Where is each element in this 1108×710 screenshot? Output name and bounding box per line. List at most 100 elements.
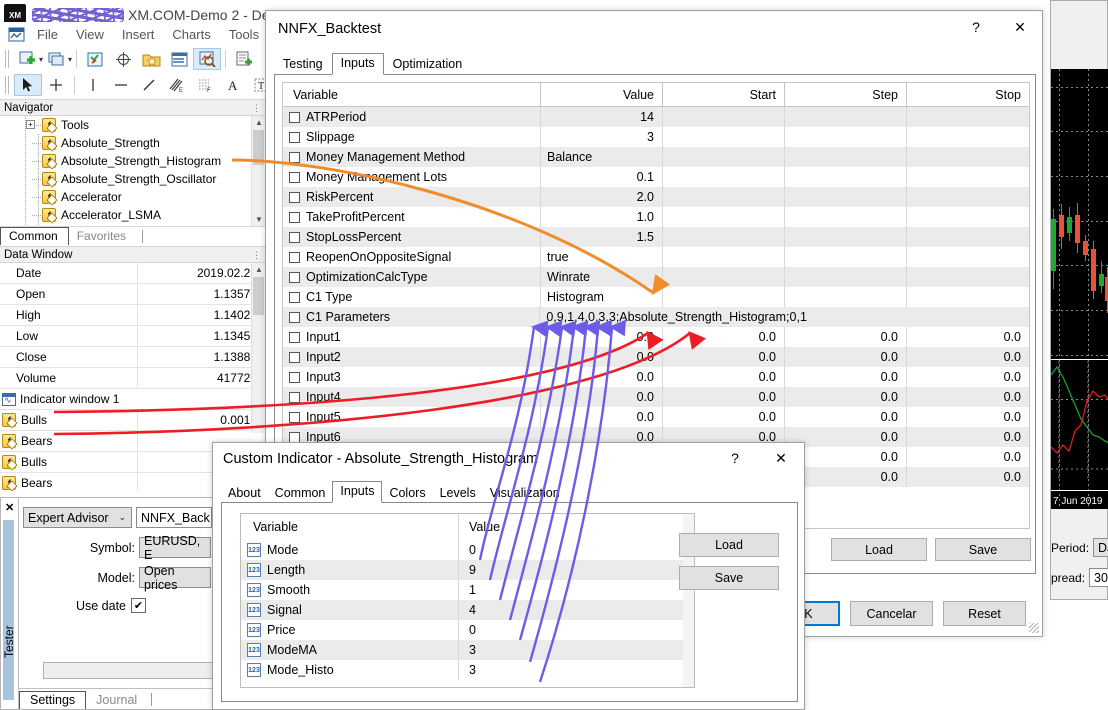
table-row[interactable]: 123 Mode_Histo 3 — [241, 660, 694, 680]
table-row[interactable]: 123 Mode 0 — [241, 540, 694, 560]
row-checkbox[interactable] — [289, 371, 300, 383]
table-row[interactable]: Slippage 3 — [283, 127, 1029, 147]
table-row[interactable]: 123 Smooth 1 — [241, 580, 694, 600]
tab-about[interactable]: About — [221, 484, 268, 503]
expand-icon[interactable]: + — [26, 120, 35, 129]
spread-field[interactable]: 30 — [1089, 568, 1108, 587]
table-row[interactable]: 123 Price 0 — [241, 620, 694, 640]
table-row[interactable]: Input3 0.0 0.0 0.0 0.0 — [283, 367, 1029, 387]
nav-item-accelerator[interactable]: ƒ Accelerator — [0, 188, 265, 206]
row-checkbox[interactable] — [289, 291, 300, 303]
tab-colors[interactable]: Colors — [382, 484, 432, 503]
table-row[interactable]: Input2 0.0 0.0 0.0 0.0 — [283, 347, 1029, 367]
table-row[interactable]: Input5 0.0 0.0 0.0 0.0 — [283, 407, 1029, 427]
trendline-icon[interactable] — [135, 74, 163, 96]
cursor-icon[interactable] — [14, 74, 42, 96]
tab-common[interactable]: Common — [0, 227, 69, 245]
tab-inputs[interactable]: Inputs — [332, 481, 383, 503]
toolbar2-grip[interactable] — [5, 76, 11, 94]
row-checkbox[interactable] — [289, 131, 300, 143]
fibonacci-icon[interactable]: F — [191, 74, 219, 96]
save-button[interactable]: Save — [679, 566, 779, 590]
tab-journal[interactable]: Journal — [86, 692, 147, 709]
resize-grip[interactable] — [1029, 623, 1039, 633]
use-date-checkbox[interactable]: ✔ — [131, 598, 146, 613]
app-menu-icon[interactable] — [4, 23, 28, 45]
toolbar-grip[interactable] — [5, 50, 11, 68]
navigator-icon[interactable] — [165, 48, 193, 70]
nav-item-accelerator-lsma[interactable]: ƒ Accelerator_LSMA — [0, 206, 265, 224]
table-row[interactable]: 123 Signal 4 — [241, 600, 694, 620]
table-row[interactable]: Money Management Lots 0.1 — [283, 167, 1029, 187]
navigator-scrollbar[interactable]: ▲ ▼ — [251, 116, 265, 226]
row-checkbox[interactable] — [289, 171, 300, 183]
custom-indicator-grid[interactable]: Variable Value 123 Mode 0 123 Length 9 1… — [240, 513, 695, 688]
data-window-scrollbar[interactable]: ▲ — [251, 263, 265, 433]
table-row[interactable]: Input4 0.0 0.0 0.0 0.0 — [283, 387, 1029, 407]
table-row[interactable]: StopLossPercent 1.5 — [283, 227, 1029, 247]
close-icon[interactable]: ✕ — [758, 443, 804, 473]
row-checkbox[interactable] — [289, 191, 300, 203]
profiles-icon[interactable] — [43, 48, 71, 70]
table-row[interactable]: 123 ModeMA 3 — [241, 640, 694, 660]
save-button[interactable]: Save — [935, 538, 1031, 561]
row-checkbox[interactable] — [289, 311, 300, 323]
scroll-up-icon[interactable]: ▲ — [252, 116, 265, 129]
load-button[interactable]: Load — [831, 538, 927, 561]
expert-name-field[interactable]: NNFX_Back — [136, 507, 212, 528]
tab-testing[interactable]: Testing — [274, 54, 332, 75]
table-row[interactable]: RiskPercent 2.0 — [283, 187, 1029, 207]
table-row[interactable]: ReopenOnOppositeSignal true — [283, 247, 1029, 267]
nav-item-absolute-strength-oscillator[interactable]: ƒ Absolute_Strength_Oscillator — [0, 170, 265, 188]
table-row[interactable]: C1 Type Histogram — [283, 287, 1029, 307]
menu-insert[interactable]: Insert — [113, 25, 164, 44]
table-row[interactable]: OptimizationCalcType Winrate — [283, 267, 1029, 287]
vertical-line-icon[interactable] — [79, 74, 107, 96]
scroll-up-icon[interactable]: ▲ — [252, 263, 265, 276]
row-checkbox[interactable] — [289, 331, 300, 343]
reset-button[interactable]: Reset — [943, 601, 1026, 626]
table-row[interactable]: Input1 0.0 0.0 0.0 0.0 — [283, 327, 1029, 347]
expert-advisor-select[interactable]: Expert Advisor ⌄ — [23, 507, 132, 528]
navigator-tree[interactable]: + ƒ Tools ƒ Absolute_Strength ƒ Absolute… — [0, 116, 265, 226]
market-watch-icon[interactable] — [81, 48, 109, 70]
table-row[interactable]: TakeProfitPercent 1.0 — [283, 207, 1029, 227]
row-checkbox[interactable] — [289, 271, 300, 283]
help-icon[interactable]: ? — [712, 443, 758, 473]
row-checkbox[interactable] — [289, 231, 300, 243]
help-icon[interactable]: ? — [954, 11, 998, 43]
nav-item-tools[interactable]: + ƒ Tools — [0, 116, 265, 134]
nav-item-absolute-strength-histogram[interactable]: ƒ Absolute_Strength_Histogram — [0, 152, 265, 170]
row-checkbox[interactable] — [289, 211, 300, 223]
table-row[interactable]: Money Management Method Balance — [283, 147, 1029, 167]
close-icon[interactable]: ✕ — [998, 11, 1042, 43]
strategy-tester-icon[interactable] — [193, 48, 222, 70]
tab-settings[interactable]: Settings — [19, 691, 87, 709]
cancel-button[interactable]: Cancelar — [850, 601, 933, 626]
period-select[interactable]: Daily — [1093, 538, 1108, 557]
row-checkbox[interactable] — [289, 111, 300, 123]
new-chart-icon[interactable] — [14, 48, 42, 70]
chart-window[interactable]: 7 Jun 2019 Period: Daily pread: 30 — [1050, 0, 1108, 600]
horizontal-line-icon[interactable] — [107, 74, 135, 96]
menu-charts[interactable]: Charts — [163, 25, 219, 44]
symbol-select[interactable]: EURUSD, E — [139, 534, 211, 562]
tab-visualization[interactable]: Visualization — [483, 484, 567, 503]
favorites-folder-icon[interactable] — [137, 48, 165, 70]
new-order-icon[interactable] — [230, 48, 258, 70]
text-icon[interactable]: A — [219, 74, 247, 96]
crosshair-tool-icon[interactable] — [42, 74, 70, 96]
tab-optimization[interactable]: Optimization — [384, 54, 471, 75]
row-checkbox[interactable] — [289, 431, 300, 443]
model-select[interactable]: Open prices — [139, 564, 211, 592]
scroll-down-icon[interactable]: ▼ — [252, 213, 265, 226]
row-checkbox[interactable] — [289, 391, 300, 403]
load-button[interactable]: Load — [679, 533, 779, 557]
table-row[interactable]: ATRPeriod 14 — [283, 107, 1029, 127]
close-icon[interactable]: ✕ — [5, 501, 14, 514]
price-chart[interactable]: 7 Jun 2019 — [1051, 69, 1108, 509]
row-checkbox[interactable] — [289, 151, 300, 163]
nav-item-absolute-strength[interactable]: ƒ Absolute_Strength — [0, 134, 265, 152]
menu-view[interactable]: View — [67, 25, 113, 44]
menu-tools[interactable]: Tools — [220, 25, 268, 44]
